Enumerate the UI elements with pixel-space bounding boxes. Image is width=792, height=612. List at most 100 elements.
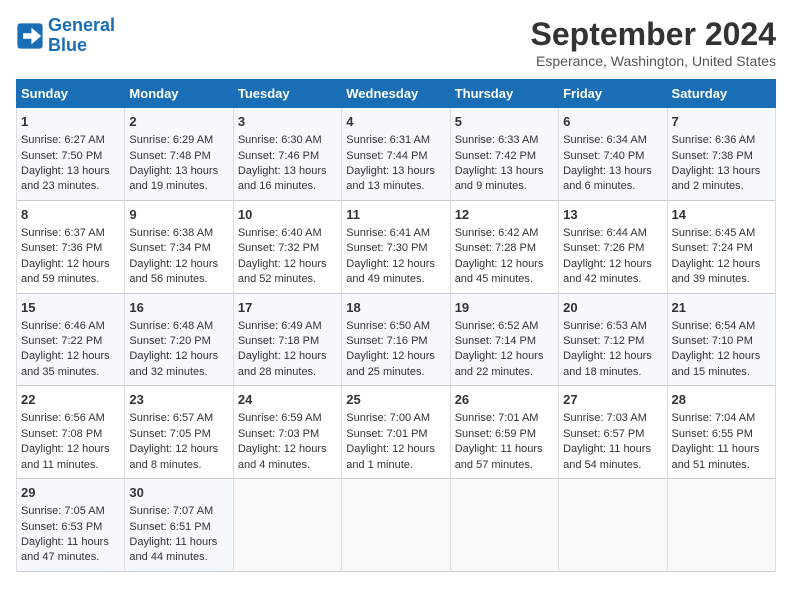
col-header-friday: Friday	[559, 80, 667, 108]
day-info: Sunrise: 7:07 AM	[129, 504, 228, 519]
calendar-cell: 11Sunrise: 6:41 AMSunset: 7:30 PMDayligh…	[342, 200, 450, 293]
day-number: 6	[563, 113, 662, 131]
day-number: 27	[563, 391, 662, 409]
day-info: Daylight: 12 hours	[238, 349, 337, 364]
day-info: Sunset: 6:51 PM	[129, 520, 228, 535]
calendar-cell: 10Sunrise: 6:40 AMSunset: 7:32 PMDayligh…	[233, 200, 341, 293]
day-info: and 28 minutes.	[238, 365, 337, 380]
day-number: 24	[238, 391, 337, 409]
day-info: and 23 minutes.	[21, 179, 120, 194]
day-info: Sunrise: 6:41 AM	[346, 226, 445, 241]
day-info: Daylight: 12 hours	[238, 442, 337, 457]
col-header-sunday: Sunday	[17, 80, 125, 108]
day-info: Sunrise: 6:44 AM	[563, 226, 662, 241]
day-info: and 42 minutes.	[563, 272, 662, 287]
day-info: Daylight: 12 hours	[21, 442, 120, 457]
day-info: and 18 minutes.	[563, 365, 662, 380]
day-number: 7	[672, 113, 771, 131]
day-info: Sunrise: 6:52 AM	[455, 319, 554, 334]
day-info: Daylight: 11 hours	[21, 535, 120, 550]
day-number: 13	[563, 206, 662, 224]
day-number: 3	[238, 113, 337, 131]
day-info: Sunrise: 6:54 AM	[672, 319, 771, 334]
day-info: Daylight: 13 hours	[563, 164, 662, 179]
day-info: and 25 minutes.	[346, 365, 445, 380]
day-info: Sunset: 7:10 PM	[672, 334, 771, 349]
day-info: Daylight: 13 hours	[672, 164, 771, 179]
calendar-cell	[559, 479, 667, 572]
day-info: and 57 minutes.	[455, 458, 554, 473]
day-info: Sunset: 7:14 PM	[455, 334, 554, 349]
day-info: and 32 minutes.	[129, 365, 228, 380]
day-info: Sunset: 7:42 PM	[455, 149, 554, 164]
day-info: and 59 minutes.	[21, 272, 120, 287]
day-info: Sunrise: 6:31 AM	[346, 133, 445, 148]
calendar-cell	[342, 479, 450, 572]
col-header-wednesday: Wednesday	[342, 80, 450, 108]
day-number: 12	[455, 206, 554, 224]
day-info: Daylight: 12 hours	[129, 257, 228, 272]
day-number: 26	[455, 391, 554, 409]
day-number: 14	[672, 206, 771, 224]
day-info: Sunrise: 6:50 AM	[346, 319, 445, 334]
day-info: and 52 minutes.	[238, 272, 337, 287]
day-info: Sunset: 6:57 PM	[563, 427, 662, 442]
day-info: and 6 minutes.	[563, 179, 662, 194]
day-info: Sunrise: 6:27 AM	[21, 133, 120, 148]
calendar-cell: 25Sunrise: 7:00 AMSunset: 7:01 PMDayligh…	[342, 386, 450, 479]
day-info: Sunrise: 6:59 AM	[238, 411, 337, 426]
day-info: Daylight: 12 hours	[129, 349, 228, 364]
day-info: Daylight: 12 hours	[21, 349, 120, 364]
day-info: and 16 minutes.	[238, 179, 337, 194]
day-info: Sunset: 7:50 PM	[21, 149, 120, 164]
day-info: Daylight: 13 hours	[21, 164, 120, 179]
day-number: 1	[21, 113, 120, 131]
day-number: 29	[21, 484, 120, 502]
day-info: and 51 minutes.	[672, 458, 771, 473]
day-number: 21	[672, 299, 771, 317]
day-number: 28	[672, 391, 771, 409]
day-info: Sunset: 7:20 PM	[129, 334, 228, 349]
day-info: Daylight: 12 hours	[455, 257, 554, 272]
day-number: 23	[129, 391, 228, 409]
calendar-cell: 1 Sunrise: 6:27 AMSunset: 7:50 PMDaylight…	[17, 108, 125, 201]
calendar-title: September 2024	[531, 16, 776, 53]
day-info: and 9 minutes.	[455, 179, 554, 194]
calendar-cell: 15Sunrise: 6:46 AMSunset: 7:22 PMDayligh…	[17, 293, 125, 386]
calendar-cell: 8Sunrise: 6:37 AMSunset: 7:36 PMDaylight…	[17, 200, 125, 293]
day-info: Sunrise: 6:42 AM	[455, 226, 554, 241]
day-number: 17	[238, 299, 337, 317]
calendar-cell: 22Sunrise: 6:56 AMSunset: 7:08 PMDayligh…	[17, 386, 125, 479]
day-number: 10	[238, 206, 337, 224]
calendar-cell: 26Sunrise: 7:01 AMSunset: 6:59 PMDayligh…	[450, 386, 558, 479]
day-info: Sunset: 7:32 PM	[238, 241, 337, 256]
day-info: Sunrise: 6:57 AM	[129, 411, 228, 426]
day-info: Sunset: 7:08 PM	[21, 427, 120, 442]
day-info: Sunrise: 6:40 AM	[238, 226, 337, 241]
calendar-cell: 2Sunrise: 6:29 AMSunset: 7:48 PMDaylight…	[125, 108, 233, 201]
day-info: Sunset: 7:48 PM	[129, 149, 228, 164]
calendar-cell: 20Sunrise: 6:53 AMSunset: 7:12 PMDayligh…	[559, 293, 667, 386]
day-info: Sunset: 7:18 PM	[238, 334, 337, 349]
day-info: Sunset: 7:46 PM	[238, 149, 337, 164]
day-number: 25	[346, 391, 445, 409]
day-number: 2	[129, 113, 228, 131]
calendar-cell: 13Sunrise: 6:44 AMSunset: 7:26 PMDayligh…	[559, 200, 667, 293]
day-info: Sunrise: 6:46 AM	[21, 319, 120, 334]
day-info: Daylight: 13 hours	[238, 164, 337, 179]
day-number: 11	[346, 206, 445, 224]
day-number: 16	[129, 299, 228, 317]
day-info: Sunrise: 6:53 AM	[563, 319, 662, 334]
day-info: Sunrise: 7:04 AM	[672, 411, 771, 426]
calendar-cell	[667, 479, 775, 572]
calendar-cell: 9Sunrise: 6:38 AMSunset: 7:34 PMDaylight…	[125, 200, 233, 293]
day-info: Sunset: 6:55 PM	[672, 427, 771, 442]
day-info: Sunrise: 6:30 AM	[238, 133, 337, 148]
day-info: Sunrise: 6:48 AM	[129, 319, 228, 334]
calendar-cell: 7Sunrise: 6:36 AMSunset: 7:38 PMDaylight…	[667, 108, 775, 201]
day-info: Sunset: 7:22 PM	[21, 334, 120, 349]
day-info: and 2 minutes.	[672, 179, 771, 194]
title-block: September 2024 Esperance, Washington, Un…	[531, 16, 776, 69]
day-info: Daylight: 11 hours	[455, 442, 554, 457]
calendar-cell: 6Sunrise: 6:34 AMSunset: 7:40 PMDaylight…	[559, 108, 667, 201]
